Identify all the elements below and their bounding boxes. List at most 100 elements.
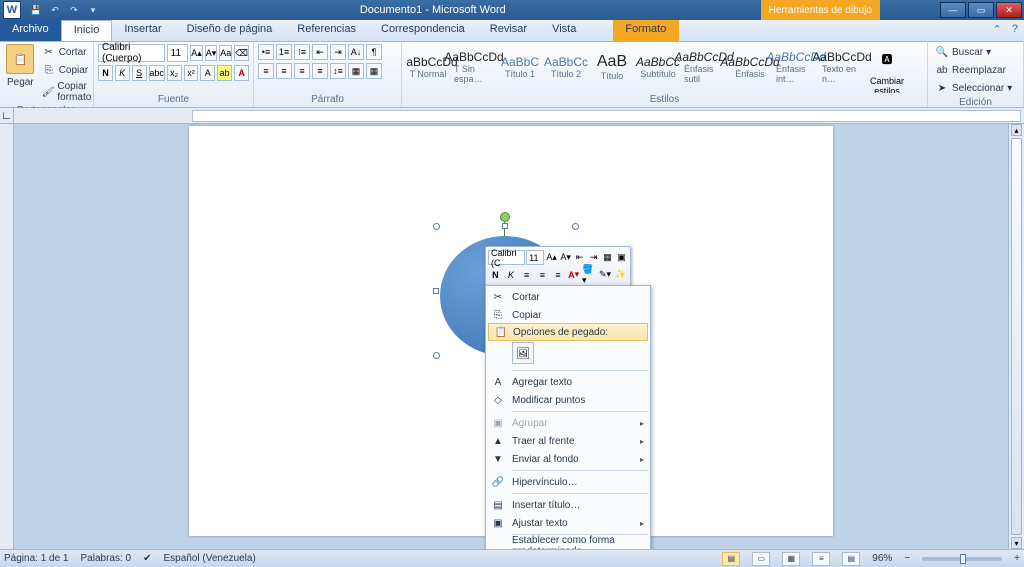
horizontal-ruler[interactable]: ∟ [0, 108, 1024, 124]
scroll-up-icon[interactable]: ▴ [1011, 124, 1022, 136]
scrollbar-thumb[interactable] [1011, 138, 1022, 535]
select-button[interactable]: ➤Seleccionar ▾ [932, 80, 1015, 96]
copy-button[interactable]: ⎘Copiar [39, 62, 96, 78]
bold-icon[interactable]: N [98, 65, 113, 81]
resize-handle-nw[interactable] [433, 223, 440, 230]
ribbon-minimize-icon[interactable]: ⌃ [989, 20, 1006, 41]
mini-align-right-icon[interactable]: ≡ [551, 267, 566, 282]
style-heading2[interactable]: AaBbCcTítulo 2 [545, 45, 587, 89]
tab-inicio[interactable]: Inicio [61, 20, 113, 41]
redo-icon[interactable]: ↷ [66, 2, 82, 18]
numbering-icon[interactable]: 1≡ [276, 44, 292, 60]
ctx-wrap-text[interactable]: ▣Ajustar texto [486, 514, 650, 532]
mini-bold-icon[interactable]: N [488, 267, 503, 282]
qat-more-icon[interactable]: ▾ [85, 2, 101, 18]
view-full-screen-icon[interactable]: ▭ [752, 552, 770, 566]
mini-effects-icon[interactable]: ✨ [613, 267, 628, 282]
tab-vista[interactable]: Vista [540, 20, 589, 41]
mini-align-center-icon[interactable]: ≡ [535, 267, 550, 282]
style-title[interactable]: AaBTítulo [591, 45, 633, 89]
ctx-add-text[interactable]: AAgregar texto [486, 373, 650, 391]
style-emphasis[interactable]: AaBbCcDdÉnfasis [729, 45, 771, 89]
view-web-icon[interactable]: ▦ [782, 552, 800, 566]
tab-diseno-pagina[interactable]: Diseño de página [175, 20, 286, 41]
ctx-edit-points[interactable]: ◇Modificar puntos [486, 391, 650, 409]
maximize-button[interactable]: ▭ [968, 2, 994, 18]
zoom-slider-thumb[interactable] [960, 554, 966, 564]
replace-button[interactable]: abReemplazar [932, 62, 1015, 78]
zoom-out-icon[interactable]: − [904, 553, 910, 564]
resize-handle-n[interactable] [502, 223, 508, 229]
borders-icon[interactable]: ▦ [366, 63, 382, 79]
vertical-scrollbar[interactable]: ▴ ▾ [1008, 124, 1024, 549]
font-size-dropdown[interactable]: 11 [167, 44, 189, 62]
zoom-level[interactable]: 96% [872, 553, 892, 564]
justify-icon[interactable]: ≡ [312, 63, 328, 79]
font-family-dropdown[interactable]: Calibri (Cuerpo) [98, 44, 165, 62]
mini-grow-font-icon[interactable]: A▴ [545, 250, 558, 265]
multilevel-icon[interactable]: ⁝≡ [294, 44, 310, 60]
ctx-hyperlink[interactable]: 🔗Hipervínculo… [486, 473, 650, 491]
zoom-slider[interactable] [922, 557, 1002, 561]
mini-wrap-icon[interactable]: ▣ [615, 250, 628, 265]
style-heading1[interactable]: AaBbCTítulo 1 [499, 45, 541, 89]
document-canvas[interactable]: Calibri (C 11 A▴ A▾ ⇤ ⇥ ▦ ▣ N K ≡ ≡ ≡ A▾… [14, 124, 1008, 549]
mini-shrink-font-icon[interactable]: A▾ [559, 250, 572, 265]
tab-revisar[interactable]: Revisar [478, 20, 540, 41]
style-intense-emphasis[interactable]: AaBbCcDdÉnfasis int… [775, 45, 817, 89]
pilcrow-icon[interactable]: ¶ [366, 44, 382, 60]
align-right-icon[interactable]: ≡ [294, 63, 310, 79]
line-spacing-icon[interactable]: ↕≡ [330, 63, 346, 79]
mini-outline-icon[interactable]: ✎▾ [598, 267, 613, 282]
align-center-icon[interactable]: ≡ [276, 63, 292, 79]
tab-selector[interactable]: ∟ [0, 108, 14, 124]
paste-icon[interactable]: 📋 [6, 44, 34, 74]
tab-referencias[interactable]: Referencias [285, 20, 369, 41]
file-tab[interactable]: Archivo [0, 20, 61, 41]
change-styles-button[interactable]: Cambiar estilos [866, 76, 908, 93]
mini-font-color-icon[interactable]: A▾ [566, 267, 581, 282]
change-case-icon[interactable]: Aa [219, 45, 232, 61]
ctx-send-back[interactable]: ▼Enviar al fondo [486, 450, 650, 468]
italic-icon[interactable]: K [115, 65, 130, 81]
scroll-down-icon[interactable]: ▾ [1011, 537, 1022, 549]
ctx-cut[interactable]: ✂Cortar [486, 288, 650, 306]
text-effects-icon[interactable]: A [200, 65, 215, 81]
rotation-handle[interactable] [500, 212, 510, 222]
increase-indent-icon[interactable]: ⇥ [330, 44, 346, 60]
cut-button[interactable]: ✂Cortar [39, 44, 96, 60]
undo-icon[interactable]: ↶ [47, 2, 63, 18]
sort-icon[interactable]: A↓ [348, 44, 364, 60]
style-no-spacing[interactable]: AaBbCcDdT Sin espa… [453, 45, 495, 89]
underline-icon[interactable]: S [132, 65, 147, 81]
tab-insertar[interactable]: Insertar [112, 20, 174, 41]
tab-correspondencia[interactable]: Correspondencia [369, 20, 478, 41]
style-normal[interactable]: AaBbCcDdT Normal [407, 45, 449, 89]
view-print-layout-icon[interactable]: ▤ [722, 552, 740, 566]
strike-icon[interactable]: abc [149, 65, 165, 81]
font-color-icon[interactable]: A [234, 65, 249, 81]
mini-font-family[interactable]: Calibri (C [488, 250, 525, 265]
close-button[interactable]: ✕ [996, 2, 1022, 18]
page[interactable]: Calibri (C 11 A▴ A▾ ⇤ ⇥ ▦ ▣ N K ≡ ≡ ≡ A▾… [189, 126, 833, 536]
format-painter-button[interactable]: 🖌Copiar formato [39, 80, 96, 104]
mini-fill-icon[interactable]: 🪣▾ [582, 267, 597, 282]
mini-align-left-icon[interactable]: ≡ [519, 267, 534, 282]
view-draft-icon[interactable]: ▤ [842, 552, 860, 566]
change-styles-icon[interactable]: 🅰 [873, 44, 901, 74]
align-left-icon[interactable]: ≡ [258, 63, 274, 79]
decrease-indent-icon[interactable]: ⇤ [312, 44, 328, 60]
status-page[interactable]: Página: 1 de 1 [4, 553, 69, 564]
superscript-icon[interactable]: x² [184, 65, 199, 81]
ctx-copy[interactable]: ⎘Copiar [486, 306, 650, 324]
paste-picture-icon[interactable]: 🖼 [512, 342, 534, 364]
zoom-in-icon[interactable]: + [1014, 553, 1020, 564]
mini-font-size[interactable]: 11 [526, 250, 544, 265]
status-spellcheck-icon[interactable]: ✔ [143, 553, 151, 564]
style-strong[interactable]: AaBbCcDdTexto en n… [821, 45, 863, 89]
highlight-icon[interactable]: ab [217, 65, 232, 81]
ctx-default-shape[interactable]: Establecer como forma predeterminada [486, 537, 650, 549]
clear-format-icon[interactable]: ⌫ [234, 45, 249, 61]
subscript-icon[interactable]: x₂ [167, 65, 182, 81]
tab-formato[interactable]: Formato [613, 20, 679, 41]
